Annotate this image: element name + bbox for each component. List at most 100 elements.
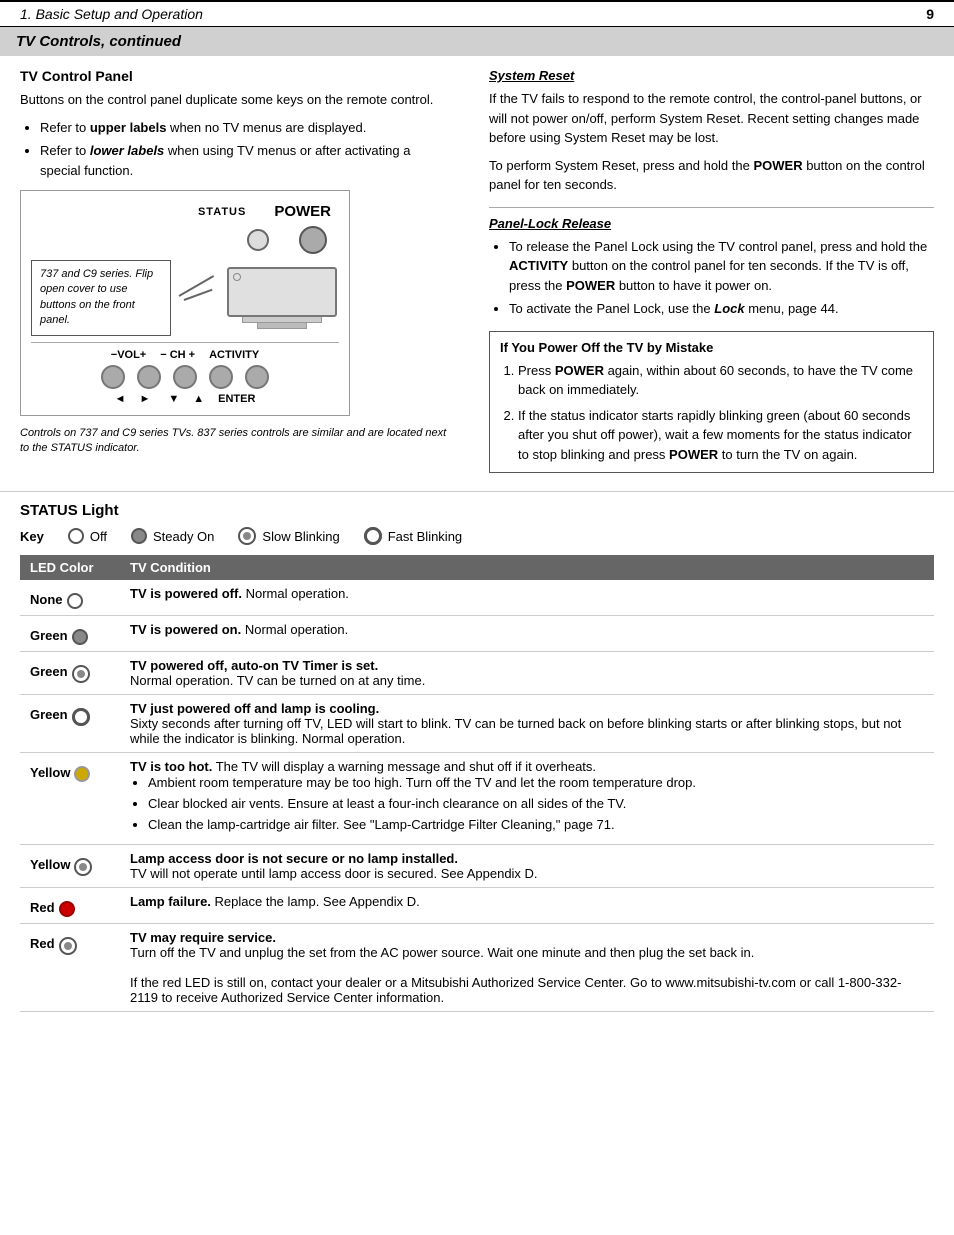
bullet-filter: Clean the lamp-cartridge air filter. See… xyxy=(148,816,924,834)
key-off-label: Off xyxy=(90,529,107,544)
color-label-red-1: Red xyxy=(30,900,55,915)
btn-ch-up[interactable] xyxy=(209,365,233,389)
led-icon-slow-1 xyxy=(72,665,90,683)
bullet-lower: Refer to lower labels when using TV menu… xyxy=(40,141,453,180)
led-icon-off xyxy=(67,593,83,609)
condition-red-slow: TV may require service. Turn off the TV … xyxy=(120,923,934,1011)
table-row: Red TV may require service. Turn off the… xyxy=(20,923,934,1011)
status-light-title: STATUS Light xyxy=(20,502,934,519)
main-content: TV Control Panel Buttons on the control … xyxy=(0,68,954,483)
led-slow-icon xyxy=(238,527,256,545)
callout-box: 737 and C9 series. Flip open cover to us… xyxy=(31,260,171,336)
table-row: Yellow Lamp access door is not secure or… xyxy=(20,844,934,887)
led-icon-slow-3 xyxy=(59,937,77,955)
table-row: Green TV just powered off and lamp is co… xyxy=(20,695,934,753)
status-light-section: STATUS Light Key Off Steady On Slow Blin… xyxy=(0,491,954,1022)
control-bullets: Refer to upper labels when no TV menus a… xyxy=(40,118,453,181)
vol-label: −VOL+ xyxy=(111,349,146,361)
key-item-off: Off xyxy=(68,528,107,544)
key-item-steady: Steady On xyxy=(131,528,214,544)
key-item-slow: Slow Blinking xyxy=(238,527,339,545)
led-steady-icon xyxy=(131,528,147,544)
panel-lock-bullets: To release the Panel Lock using the TV c… xyxy=(509,237,934,319)
btn-vol-down[interactable] xyxy=(101,365,125,389)
notice-item-2: If the status indicator starts rapidly b… xyxy=(518,406,923,465)
color-cell-green-slow: Green xyxy=(20,652,120,695)
section-bar: TV Controls, continued xyxy=(0,27,954,56)
header-title: 1. Basic Setup and Operation xyxy=(20,6,203,22)
arrow-up: ▲ xyxy=(193,393,204,405)
color-cell-red-steady: Red xyxy=(20,887,120,923)
condition-none: TV is powered off. Normal operation. xyxy=(120,580,934,616)
color-cell-none: None xyxy=(20,580,120,616)
right-column: System Reset If the TV fails to respond … xyxy=(477,68,934,483)
arrow-left: ◄ xyxy=(115,393,126,405)
color-cell-green-steady: Green xyxy=(20,616,120,652)
section-bar-label: TV Controls, continued xyxy=(16,33,181,50)
diagram-caption: Controls on 737 and C9 series TVs. 837 s… xyxy=(20,426,453,457)
col-tv-condition: TV Condition xyxy=(120,555,934,580)
panel-lock-bullet-1: To release the Panel Lock using the TV c… xyxy=(509,237,934,296)
color-cell-yellow-steady: Yellow xyxy=(20,753,120,845)
key-row: Key Off Steady On Slow Blinking Fast Bli… xyxy=(20,527,934,545)
led-icon-steady-red xyxy=(59,901,75,917)
led-icon-fast-1 xyxy=(72,708,90,726)
bullet-upper: Refer to upper labels when no TV menus a… xyxy=(40,118,453,138)
arrow-right: ► xyxy=(139,393,150,405)
led-icon-steady xyxy=(72,629,88,645)
key-steady-label: Steady On xyxy=(153,529,214,544)
yellow-steady-bullets: Ambient room temperature may be too high… xyxy=(148,774,924,835)
bullet-ambient: Ambient room temperature may be too high… xyxy=(148,774,924,792)
notice-box-title: If You Power Off the TV by Mistake xyxy=(500,340,923,355)
arrow-down: ▼ xyxy=(168,393,179,405)
color-label-yellow-2: Yellow xyxy=(30,857,70,872)
key-slow-label: Slow Blinking xyxy=(262,529,339,544)
key-label: Key xyxy=(20,529,44,544)
panel-lock-bullet-2: To activate the Panel Lock, use the Lock… xyxy=(509,299,934,319)
ch-label: − CH + xyxy=(160,349,195,361)
led-fast-icon xyxy=(364,527,382,545)
system-reset-title: System Reset xyxy=(489,68,934,83)
enter-label: ENTER xyxy=(218,393,255,405)
table-row: Green TV is powered on. Normal operation… xyxy=(20,616,934,652)
color-label-green-2: Green xyxy=(30,664,68,679)
intro-text: Buttons on the control panel duplicate s… xyxy=(20,90,453,110)
color-label-yellow-1: Yellow xyxy=(30,765,70,780)
condition-green-fast: TV just powered off and lamp is cooling.… xyxy=(120,695,934,753)
condition-green-slow: TV powered off, auto-on TV Timer is set.… xyxy=(120,652,934,695)
status-label: STATUS xyxy=(198,206,246,218)
notice-box-list: Press POWER again, within about 60 secon… xyxy=(518,361,923,465)
tv-control-panel-title: TV Control Panel xyxy=(20,68,453,84)
system-reset-para1: If the TV fails to respond to the remote… xyxy=(489,89,934,148)
btn-activity[interactable] xyxy=(245,365,269,389)
btn-ch-down[interactable] xyxy=(173,365,197,389)
color-label-red-2: Red xyxy=(30,936,55,951)
left-column: TV Control Panel Buttons on the control … xyxy=(20,68,477,483)
table-header-row: LED Color TV Condition xyxy=(20,555,934,580)
condition-red-steady: Lamp failure. Replace the lamp. See Appe… xyxy=(120,887,934,923)
color-label-none: None xyxy=(30,592,63,607)
btn-vol-up[interactable] xyxy=(137,365,161,389)
system-reset-para2: To perform System Reset, press and hold … xyxy=(489,156,934,195)
table-row: Green TV powered off, auto-on TV Timer i… xyxy=(20,652,934,695)
notice-box: If You Power Off the TV by Mistake Press… xyxy=(489,331,934,474)
color-label-green-1: Green xyxy=(30,628,68,643)
callout-text: 737 and C9 series. Flip open cover to us… xyxy=(40,268,153,326)
color-cell-green-fast: Green xyxy=(20,695,120,753)
bullet-vents: Clear blocked air vents. Ensure at least… xyxy=(148,795,924,813)
panel-lock-section: Panel-Lock Release To release the Panel … xyxy=(489,207,934,319)
notice-item-1: Press POWER again, within about 60 secon… xyxy=(518,361,923,400)
condition-green-steady: TV is powered on. Normal operation. xyxy=(120,616,934,652)
condition-yellow-slow: Lamp access door is not secure or no lam… xyxy=(120,844,934,887)
page-header: 1. Basic Setup and Operation 9 xyxy=(0,0,954,27)
key-item-fast: Fast Blinking xyxy=(364,527,462,545)
led-icon-slow-2 xyxy=(74,858,92,876)
table-row: None TV is powered off. Normal operation… xyxy=(20,580,934,616)
key-fast-label: Fast Blinking xyxy=(388,529,462,544)
activity-label: ACTIVITY xyxy=(209,349,259,361)
power-circle xyxy=(299,226,327,254)
tv-diagram: STATUS POWER 737 and C9 series. Flip ope… xyxy=(20,190,350,416)
led-icon-steady-yellow xyxy=(74,766,90,782)
power-label: POWER xyxy=(274,203,331,220)
panel-lock-title: Panel-Lock Release xyxy=(489,216,934,231)
